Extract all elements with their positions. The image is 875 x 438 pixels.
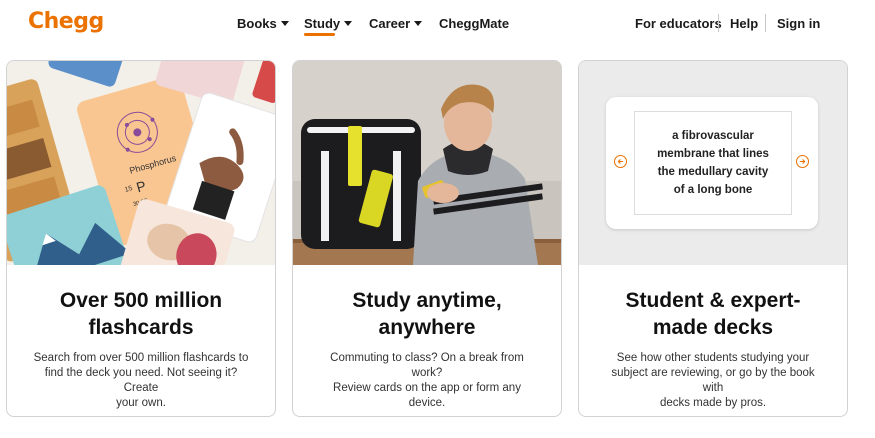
divider: [718, 14, 719, 32]
card-description: Search from over 500 million flashcards …: [31, 351, 251, 411]
card-title-line: anywhere: [378, 316, 476, 339]
card-title-line: Over 500 million: [59, 289, 223, 312]
flashcard-text-line: the medullary cavity: [657, 166, 769, 178]
card-desc-line: subject are reviewing, or go by the book…: [611, 367, 815, 394]
card-description: See how other students studying your sub…: [603, 351, 823, 411]
card-desc-line: See how other students studying your: [616, 352, 810, 364]
card-desc-line: Review cards on the app or form any devi…: [333, 382, 521, 409]
feature-card-study-anywhere[interactable]: Study anytime, anywhere Commuting to cla…: [292, 60, 562, 417]
flashcards-collage-image: Phosphorus 15 P 30.97: [7, 61, 275, 265]
card-title: Study anytime, anywhere: [303, 287, 551, 341]
site-header: Chegg Books Study Career CheggMate For e…: [0, 0, 875, 50]
flashcard-text-line: of a long bone: [673, 184, 753, 196]
nav-career[interactable]: Career: [369, 16, 423, 31]
card-desc-line: Commuting to class? On a break from work…: [330, 352, 524, 379]
help-link[interactable]: Help: [730, 16, 758, 31]
card-desc-line: Search from over 500 million flashcards …: [33, 352, 249, 364]
card-desc-line: decks made by pros.: [659, 397, 767, 409]
active-nav-underline: [304, 33, 335, 36]
sign-in-link[interactable]: Sign in: [777, 16, 820, 31]
card-title-line: made decks: [652, 316, 774, 339]
student-photo: [293, 61, 561, 265]
flashcard-text-line: membrane that lines: [657, 148, 769, 160]
nav-cheggmate-label: CheggMate: [439, 16, 510, 31]
card-description: Commuting to class? On a break from work…: [317, 351, 537, 411]
flashcard-preview: a fibrovascular membrane that lines the …: [579, 61, 847, 265]
nav-books-label: Books: [237, 16, 277, 31]
nav-cheggmate[interactable]: CheggMate: [439, 16, 509, 31]
chegg-logo[interactable]: Chegg: [28, 9, 104, 34]
caret-down-icon: [414, 21, 423, 26]
flashcard-frame: a fibrovascular membrane that lines the …: [606, 97, 818, 229]
card-title: Student & expert- made decks: [589, 287, 837, 341]
arrow-right-icon[interactable]: [796, 155, 809, 168]
for-educators-link[interactable]: For educators: [635, 16, 722, 31]
nav-study-label: Study: [304, 16, 341, 31]
student-with-backpack-illustration: [293, 61, 561, 265]
feature-card-expert-decks[interactable]: a fibrovascular membrane that lines the …: [578, 60, 848, 417]
arrow-left-icon[interactable]: [614, 155, 627, 168]
card-desc-line: find the deck you need. Not seeing it? C…: [44, 367, 238, 394]
nav-books[interactable]: Books: [237, 16, 289, 31]
nav-career-label: Career: [369, 16, 411, 31]
flashcards-collage-illustration: Phosphorus 15 P 30.97: [7, 61, 275, 265]
nav-study[interactable]: Study: [304, 16, 353, 31]
flashcard[interactable]: a fibrovascular membrane that lines the …: [634, 111, 792, 215]
flashcard-text-line: a fibrovascular: [672, 130, 754, 142]
divider: [765, 14, 766, 32]
feature-card-flashcards[interactable]: Phosphorus 15 P 30.97: [6, 60, 276, 417]
card-title-line: Study anytime,: [352, 289, 502, 312]
flashcard-text: a fibrovascular membrane that lines the …: [643, 127, 783, 199]
card-title: Over 500 million flashcards: [17, 287, 265, 341]
card-title-line: Student & expert-: [625, 289, 801, 312]
caret-down-icon: [280, 21, 289, 26]
card-desc-line: your own.: [116, 397, 166, 409]
card-title-line: flashcards: [88, 316, 194, 339]
caret-down-icon: [344, 21, 353, 26]
